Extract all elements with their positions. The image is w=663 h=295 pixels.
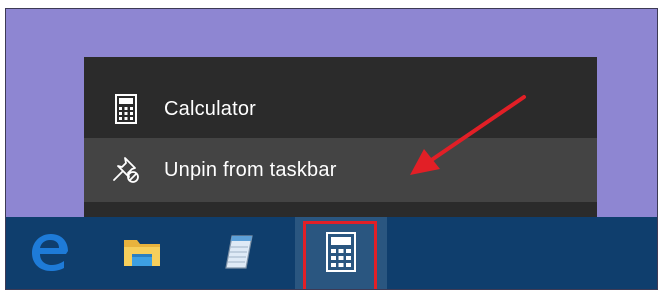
calculator-icon — [106, 89, 146, 129]
edge-icon — [28, 230, 72, 279]
unpin-icon — [106, 150, 146, 190]
desktop-screenshot: Calculator Unpin from taskbar — [5, 8, 658, 290]
unpin-label: Unpin from taskbar — [164, 158, 337, 181]
calculator-icon — [326, 231, 356, 277]
taskbar-app-file-explorer[interactable] — [98, 217, 186, 289]
taskbar — [6, 217, 657, 289]
annotation-arrow — [410, 95, 526, 175]
taskbar-app-edge[interactable] — [6, 217, 94, 289]
taskbar-app-calculator[interactable] — [295, 217, 387, 289]
notepad-icon — [220, 232, 260, 277]
folder-icon — [123, 235, 161, 274]
jump-list-item-label: Calculator — [164, 97, 257, 120]
taskbar-app-notepad[interactable] — [196, 217, 284, 289]
